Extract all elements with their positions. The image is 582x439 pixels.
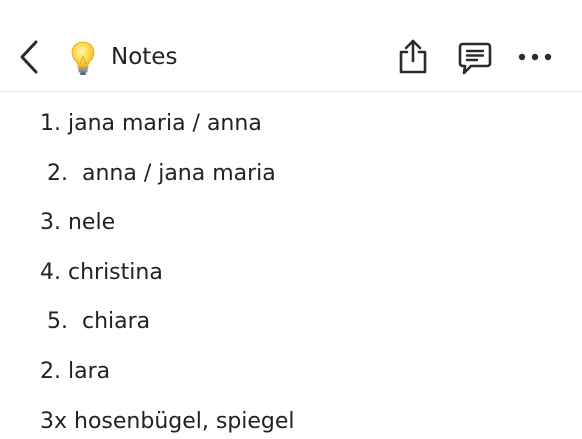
share-button[interactable] (396, 38, 430, 76)
list-item[interactable]: 5. chiara (40, 308, 150, 336)
list-item[interactable]: 3x hosenbügel, spiegel (40, 408, 295, 436)
chevron-left-icon (20, 40, 38, 74)
top-navigation-bar: Notes (0, 0, 582, 92)
share-icon (399, 39, 427, 74)
lightbulb-icon (70, 40, 96, 76)
comment-button[interactable] (457, 40, 493, 76)
more-button[interactable] (516, 48, 554, 66)
list-item[interactable]: 4. christina (40, 259, 163, 287)
list-item[interactable]: 2. lara (40, 358, 110, 386)
list-item[interactable]: 3. nele (40, 209, 115, 237)
list-item[interactable]: 2. anna / jana maria (40, 160, 276, 188)
list-item[interactable]: 1. jana maria / anna (40, 110, 262, 138)
back-button[interactable] (14, 38, 44, 76)
comment-icon (458, 42, 492, 75)
page-title: Notes (111, 44, 178, 70)
more-horizontal-icon (518, 53, 552, 61)
